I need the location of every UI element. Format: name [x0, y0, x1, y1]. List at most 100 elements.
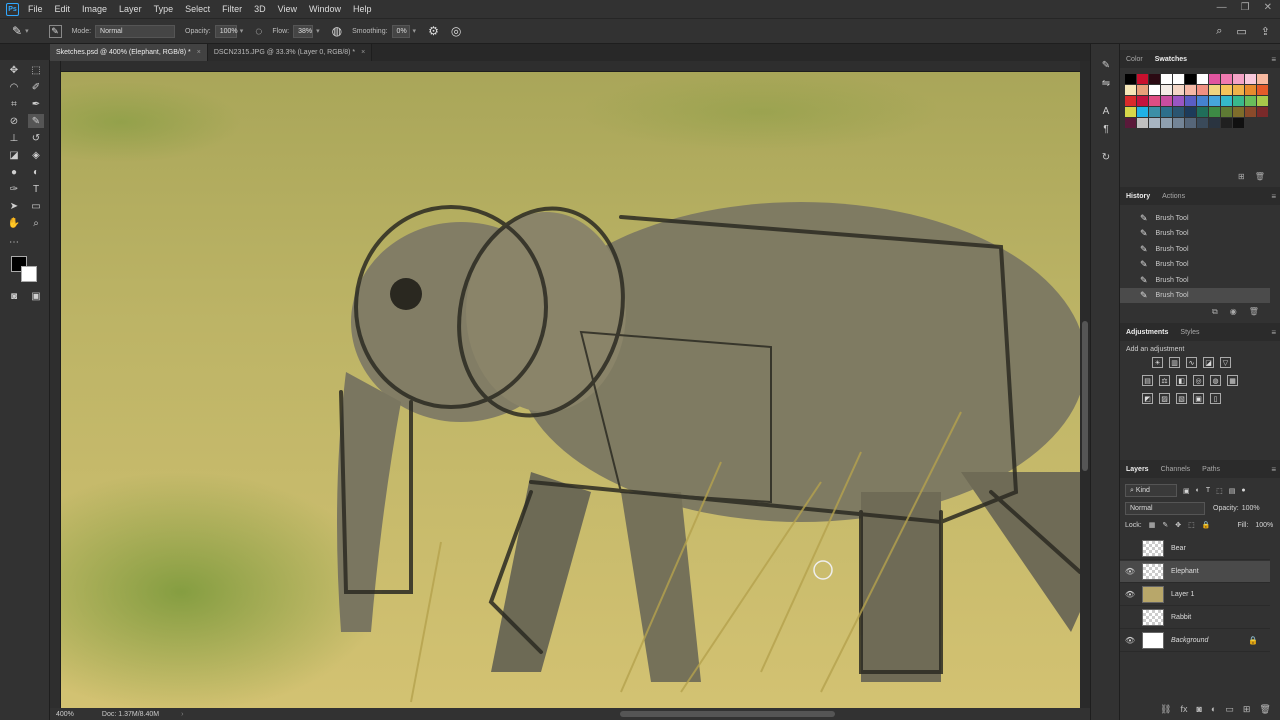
- trash-icon[interactable]: 🗑: [1255, 172, 1265, 181]
- brightness-icon[interactable]: ☀: [1152, 357, 1163, 368]
- gradient-map-icon[interactable]: ▯: [1210, 393, 1221, 404]
- color-swatch[interactable]: [1149, 74, 1160, 84]
- color-swatch[interactable]: [1125, 74, 1136, 84]
- chevron-down-icon[interactable]: ▾: [316, 27, 320, 35]
- panel-menu-icon[interactable]: ≡: [1271, 55, 1276, 64]
- color-swatch[interactable]: [1149, 107, 1160, 117]
- opacity-input[interactable]: 100%: [214, 24, 238, 38]
- workspace-icon[interactable]: ▭: [1236, 25, 1246, 38]
- history-item[interactable]: ✎ Brush Tool: [1120, 242, 1270, 257]
- layer-row-layer-1[interactable]: 👁 Layer 1: [1120, 584, 1270, 606]
- brush-preset-icon[interactable]: ✎: [12, 24, 22, 38]
- new-group-icon[interactable]: ▭: [1225, 704, 1234, 715]
- color-swatch[interactable]: [1137, 96, 1148, 106]
- brush-panel-icon[interactable]: ✎: [1099, 60, 1113, 74]
- tab-sketches[interactable]: Sketches.psd @ 400% (Elephant, RGB/8) * …: [50, 44, 208, 61]
- channel-mixer-icon[interactable]: ◍: [1210, 375, 1221, 386]
- paragraph-panel-icon[interactable]: ¶: [1099, 124, 1113, 138]
- color-swatch[interactable]: [1233, 85, 1244, 95]
- history-item-current[interactable]: ✎ Brush Tool: [1120, 288, 1270, 303]
- layer-row-background[interactable]: 👁 Background 🔒: [1120, 630, 1270, 652]
- color-swatch[interactable]: [1137, 85, 1148, 95]
- tab-styles[interactable]: Styles: [1174, 329, 1205, 336]
- trash-icon[interactable]: 🗑: [1249, 307, 1259, 317]
- tab-channels[interactable]: Channels: [1155, 466, 1197, 473]
- airbrush-icon[interactable]: ◍: [332, 24, 342, 38]
- zoom-tool-icon[interactable]: ⌕: [28, 216, 44, 230]
- eyedropper-tool-icon[interactable]: ✒: [28, 97, 44, 111]
- close-icon[interactable]: ×: [197, 49, 201, 56]
- close-icon[interactable]: ×: [361, 49, 365, 56]
- color-swatch[interactable]: [1137, 74, 1148, 84]
- menu-filter[interactable]: Filter: [222, 4, 242, 14]
- color-swatch[interactable]: [1161, 74, 1172, 84]
- eye-icon[interactable]: 👁: [1120, 567, 1140, 576]
- color-swatch[interactable]: [1209, 96, 1220, 106]
- color-swatch[interactable]: [1233, 74, 1244, 84]
- tab-dscn2315[interactable]: DSCN2315.JPG @ 33.3% (Layer 0, RGB/8) * …: [207, 44, 373, 61]
- mode-select[interactable]: Normal: [95, 24, 176, 38]
- color-swatch[interactable]: [1161, 85, 1172, 95]
- blend-mode-select[interactable]: Normal: [1125, 502, 1205, 515]
- brush-settings-panel-icon[interactable]: ⇋: [1099, 78, 1113, 92]
- healing-tool-icon[interactable]: ⊘: [6, 114, 22, 128]
- color-swatch[interactable]: [1137, 118, 1148, 128]
- color-swatch[interactable]: [1221, 74, 1232, 84]
- layer-row-rabbit[interactable]: Rabbit: [1120, 607, 1270, 629]
- lasso-tool-icon[interactable]: ◠: [6, 80, 22, 94]
- hand-tool-icon[interactable]: ✋: [6, 216, 22, 230]
- color-swatch[interactable]: [1173, 74, 1184, 84]
- layer-row-bear[interactable]: Bear: [1120, 538, 1270, 560]
- menu-layer[interactable]: Layer: [119, 4, 142, 14]
- character-panel-icon[interactable]: A: [1099, 106, 1113, 120]
- filter-smart-icon[interactable]: ▤: [1229, 487, 1236, 495]
- color-swatch[interactable]: [1197, 107, 1208, 117]
- color-swatch[interactable]: [1245, 74, 1256, 84]
- color-swatch[interactable]: [1257, 96, 1268, 106]
- more-tools-icon[interactable]: ⋯: [6, 235, 22, 249]
- menu-select[interactable]: Select: [185, 4, 210, 14]
- menu-file[interactable]: File: [28, 4, 43, 14]
- color-swatch[interactable]: [1257, 85, 1268, 95]
- filter-type-icon[interactable]: T: [1206, 487, 1210, 494]
- flow-input[interactable]: 38%: [293, 24, 314, 38]
- color-lookup-icon[interactable]: ▦: [1227, 375, 1238, 386]
- menu-window[interactable]: Window: [309, 4, 341, 14]
- color-swatch[interactable]: [1185, 74, 1196, 84]
- lock-artboard-icon[interactable]: ⬚: [1188, 521, 1195, 529]
- blur-tool-icon[interactable]: ●: [6, 165, 22, 179]
- lock-image-icon[interactable]: ✎: [1162, 521, 1168, 529]
- color-swatch[interactable]: [1149, 96, 1160, 106]
- color-swatch[interactable]: [1125, 96, 1136, 106]
- pen-tool-icon[interactable]: ✑: [6, 182, 22, 196]
- filter-shape-icon[interactable]: ⬚: [1216, 487, 1223, 495]
- menu-view[interactable]: View: [278, 4, 297, 14]
- panel-menu-icon[interactable]: ≡: [1271, 465, 1276, 474]
- dodge-tool-icon[interactable]: ◐: [28, 165, 44, 179]
- paint-bucket-tool-icon[interactable]: ◈: [28, 148, 44, 162]
- tab-swatches[interactable]: Swatches: [1149, 56, 1193, 63]
- black-white-icon[interactable]: ◧: [1176, 375, 1187, 386]
- new-layer-icon[interactable]: ⊞: [1243, 704, 1251, 715]
- panel-menu-icon[interactable]: ≡: [1271, 328, 1276, 337]
- menu-edit[interactable]: Edit: [55, 4, 71, 14]
- crop-tool-icon[interactable]: ⌗: [6, 97, 22, 111]
- filter-adjustment-icon[interactable]: ◐: [1196, 487, 1200, 494]
- chevron-down-icon[interactable]: ▾: [240, 27, 244, 35]
- color-swatch[interactable]: [1257, 107, 1268, 117]
- chevron-down-icon[interactable]: ▾: [413, 27, 417, 35]
- shape-tool-icon[interactable]: ▭: [28, 199, 44, 213]
- move-tool-icon[interactable]: ✥: [6, 63, 22, 77]
- color-swatch[interactable]: [1209, 107, 1220, 117]
- filter-toggle-icon[interactable]: ●: [1241, 487, 1245, 494]
- quick-select-tool-icon[interactable]: ✐: [28, 80, 44, 94]
- type-tool-icon[interactable]: T: [28, 182, 44, 196]
- invert-icon[interactable]: ◩: [1142, 393, 1153, 404]
- camera-icon[interactable]: ◉: [1230, 307, 1237, 317]
- lock-transparent-icon[interactable]: ▦: [1149, 521, 1156, 529]
- restore-button[interactable]: ❐: [1241, 2, 1250, 13]
- color-swatch[interactable]: [1185, 96, 1196, 106]
- color-swatch[interactable]: [1233, 107, 1244, 117]
- history-item[interactable]: ✎ Brush Tool: [1120, 273, 1270, 288]
- selective-color-icon[interactable]: ▣: [1193, 393, 1204, 404]
